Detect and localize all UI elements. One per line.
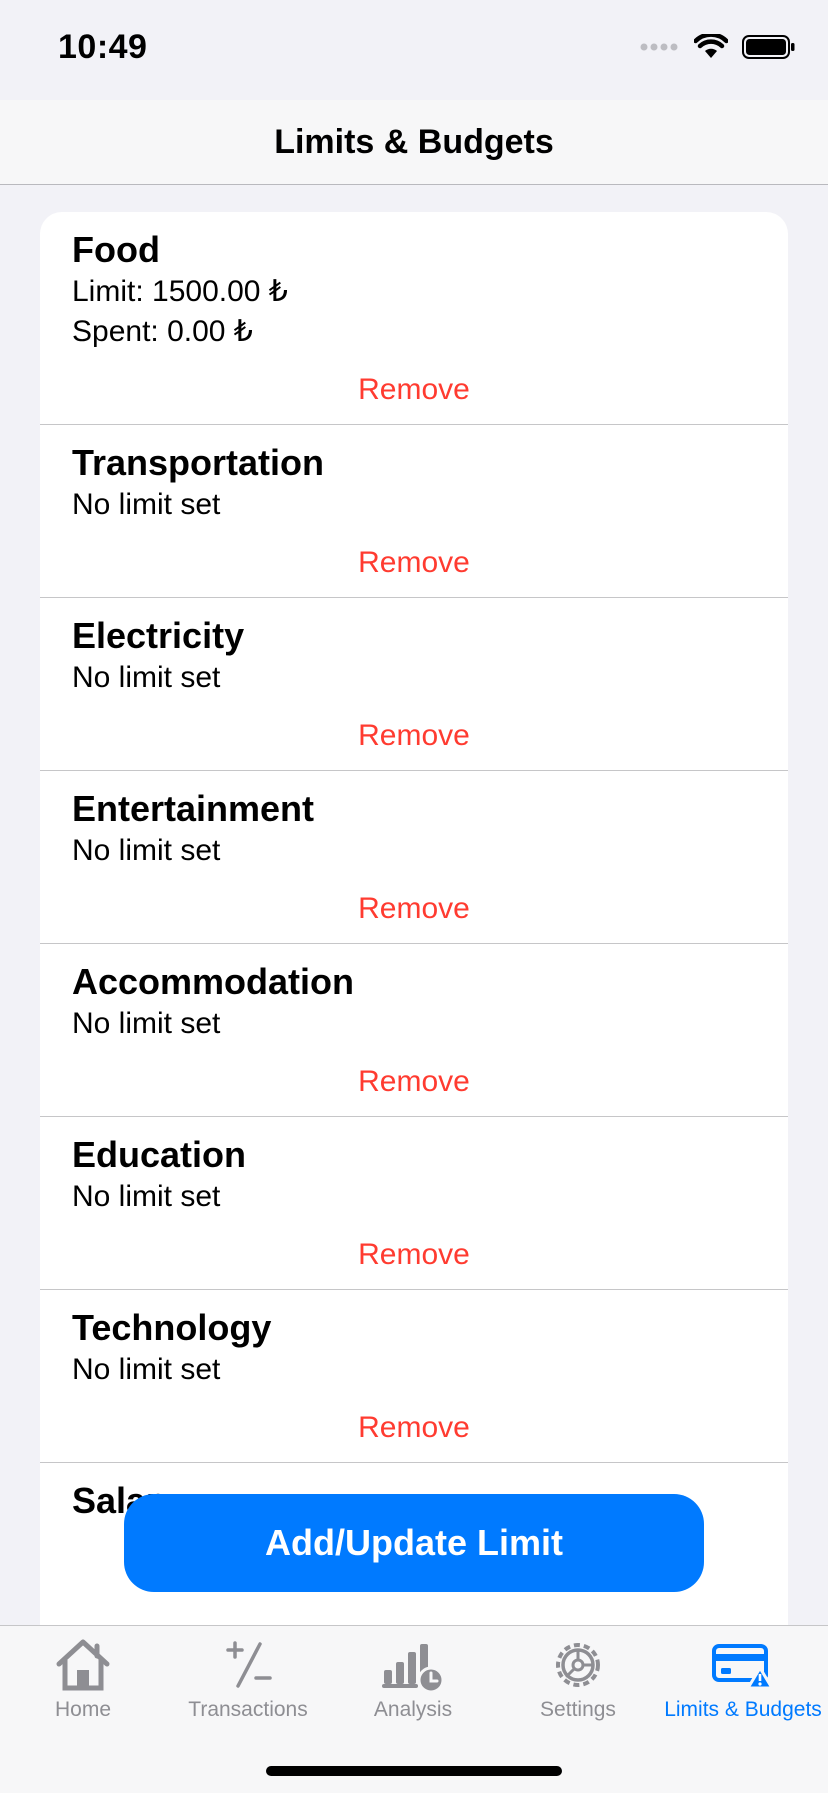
tab-label: Home <box>54 1698 112 1721</box>
list-item-electricity: Electricity No limit set Remove <box>40 597 788 770</box>
category-name: Electricity <box>72 615 245 656</box>
limit-text: No limit set <box>72 834 221 867</box>
spent-text: Spent: 0.00 ₺ <box>72 315 253 348</box>
limits-list-card: Food Limit: 1500.00 ₺ Spent: 0.00 ₺ Remo… <box>40 212 788 1625</box>
limit-text: No limit set <box>72 1353 221 1386</box>
limit-text: No limit set <box>72 1180 221 1213</box>
status-bar: 10:49 <box>0 0 828 100</box>
wifi-icon <box>694 34 728 58</box>
tab-transactions[interactable]: Transactions <box>165 1626 331 1736</box>
limit-text: No limit set <box>72 488 221 521</box>
remove-button[interactable]: Remove <box>40 1062 788 1116</box>
list-item-food: Food Limit: 1500.00 ₺ Spent: 0.00 ₺ Remo… <box>40 212 788 424</box>
category-name: Transportation <box>72 442 325 483</box>
list-item-technology: Technology No limit set Remove <box>40 1289 788 1462</box>
limits-list-scroll[interactable]: Food Limit: 1500.00 ₺ Spent: 0.00 ₺ Remo… <box>0 185 828 1625</box>
signal-icon <box>640 43 678 51</box>
card-warning-icon <box>712 1644 774 1690</box>
remove-button[interactable]: Remove <box>40 370 788 424</box>
category-name: Technology <box>72 1307 272 1348</box>
chart-clock-icon <box>382 1644 445 1692</box>
house-icon <box>56 1639 110 1691</box>
plus-minus-icon <box>226 1641 272 1688</box>
tab-settings[interactable]: Settings <box>495 1626 661 1736</box>
status-time: 10:49 <box>58 28 148 66</box>
limit-text: Limit: 1500.00 ₺ <box>72 275 288 308</box>
tab-label: Analysis <box>373 1698 453 1721</box>
status-icons <box>640 34 796 60</box>
list-item-accommodation: Accommodation No limit set Remove <box>40 943 788 1116</box>
remove-button[interactable]: Remove <box>40 716 788 770</box>
tab-analysis[interactable]: Analysis <box>330 1626 496 1736</box>
category-name: Accommodation <box>72 961 355 1002</box>
battery-icon <box>742 35 795 59</box>
list-item-entertainment: Entertainment No limit set Remove <box>40 770 788 943</box>
nav-header: Limits & Budgets <box>0 100 828 185</box>
limit-text: No limit set <box>72 1007 221 1040</box>
category-name: Food <box>72 229 160 270</box>
limit-text: No limit set <box>72 661 221 694</box>
add-update-limit-button[interactable]: Add/Update Limit <box>124 1494 704 1592</box>
remove-button[interactable]: Remove <box>40 1235 788 1289</box>
tab-label: Transactions <box>188 1698 308 1721</box>
remove-button[interactable]: Remove <box>40 1408 788 1462</box>
home-indicator <box>266 1766 562 1776</box>
tab-limits-budgets[interactable]: Limits & Budgets <box>660 1626 826 1736</box>
page-title: Limits & Budgets <box>274 122 554 161</box>
list-item-transportation: Transportation No limit set Remove <box>40 424 788 597</box>
list-item-education: Education No limit set Remove <box>40 1116 788 1289</box>
category-name: Entertainment <box>72 788 315 829</box>
tab-label: Limits & Budgets <box>664 1698 822 1721</box>
gear-icon <box>556 1643 600 1687</box>
tab-home[interactable]: Home <box>0 1626 166 1736</box>
category-name: Education <box>72 1134 247 1175</box>
remove-button[interactable]: Remove <box>40 889 788 943</box>
remove-button[interactable]: Remove <box>40 543 788 597</box>
tab-label: Settings <box>540 1698 616 1721</box>
